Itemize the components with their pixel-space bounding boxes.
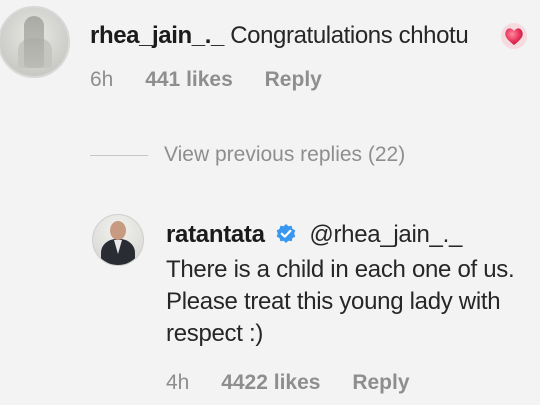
heart-emoji-icon [501, 23, 527, 49]
comment-likes[interactable]: 441 likes [145, 68, 233, 91]
comment-reply-button[interactable]: Reply [265, 68, 322, 91]
comment-username[interactable]: rhea_jain_._ [90, 22, 224, 49]
comment-text: Congratulations chhotu [230, 22, 469, 49]
reply-time: 4h [166, 371, 190, 394]
avatar-head [110, 221, 126, 240]
reply-header: ratantata @rhea_jain_._ [166, 221, 462, 249]
view-previous-replies-button[interactable]: View previous replies (22) [164, 143, 405, 167]
reply-username[interactable]: ratantata [166, 221, 265, 248]
reply-meta: 4h 4422 likes Reply [166, 371, 436, 395]
reply-reply-button[interactable]: Reply [352, 371, 409, 394]
avatar-rhea[interactable] [0, 6, 70, 78]
reply-text: There is a child in each one of us. Plea… [166, 256, 515, 347]
comment-time: 6h [90, 68, 114, 91]
comment-thread: rhea_jain_._ Congratulations chhotu 6h 4… [0, 0, 540, 405]
replies-divider [90, 155, 148, 156]
reply-mention[interactable]: @rhea_jain_._ [309, 221, 462, 248]
comment-meta: 6h 441 likes Reply [90, 68, 348, 92]
comment-line: rhea_jain_._ Congratulations chhotu [90, 22, 469, 50]
verified-badge-icon [276, 224, 296, 243]
reply-likes[interactable]: 4422 likes [221, 371, 320, 394]
avatar-ratantata[interactable] [92, 214, 144, 266]
avatar-figure [24, 16, 44, 68]
